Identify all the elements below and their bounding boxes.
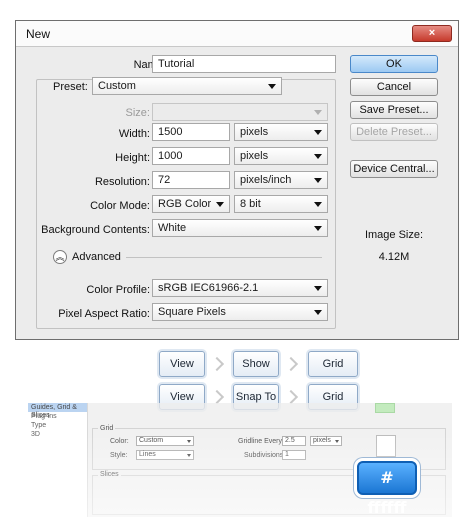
color-swatch [375, 403, 395, 413]
resolution-unit-select[interactable]: pixels/inch [234, 171, 328, 189]
pixel-aspect-ratio-select[interactable]: Square Pixels [152, 303, 328, 321]
chevron-down-icon [314, 310, 322, 315]
image-size-value: 4.12M [378, 251, 410, 263]
pixel-aspect-ratio-value: Square Pixels [158, 306, 226, 318]
chevron-down-icon [314, 130, 322, 135]
chevron-down-icon [314, 202, 322, 207]
chevron-down-icon [314, 178, 322, 183]
size-label: Size: [125, 107, 150, 119]
resolution-label: Resolution: [94, 176, 150, 188]
color-profile-label: Color Profile: [86, 284, 150, 296]
color-profile-select[interactable]: sRGB IEC61966-2.1 [152, 279, 328, 297]
chevron-down-icon [314, 154, 322, 159]
chevron-down-icon [187, 454, 191, 457]
list-item[interactable]: Plug-Ins [28, 412, 87, 421]
chevron-down-icon [187, 440, 191, 443]
chevron-down-icon [314, 226, 322, 231]
chevron-down-icon [314, 110, 322, 115]
width-input[interactable]: 1500 [152, 123, 230, 141]
height-unit-select[interactable]: pixels [234, 147, 328, 165]
subdivisions-label: Subdivisions: [244, 452, 286, 459]
path1-view-button[interactable]: View [159, 351, 205, 377]
list-item[interactable]: Type [28, 421, 87, 430]
list-item[interactable]: Guides, Grid & Slices [28, 403, 87, 419]
gridline-unit-value: pixels [313, 437, 331, 444]
bit-depth-select[interactable]: 8 bit [234, 195, 328, 213]
preset-label: Preset: [50, 81, 91, 93]
size-select [152, 103, 328, 121]
grid-style-label: Style: [110, 452, 128, 459]
color-mode-value: RGB Color [158, 198, 212, 210]
dialog-title: New [26, 27, 51, 41]
subdivisions-input[interactable]: 1 [282, 450, 306, 460]
chevron-down-icon [335, 440, 339, 443]
grid-heading: Grid [98, 425, 116, 432]
bit-depth-value: 8 bit [240, 198, 261, 210]
gridline-every-input[interactable]: 2.5 [282, 436, 306, 446]
background-contents-value: White [158, 222, 187, 234]
grid-style-select[interactable]: Lines [136, 450, 194, 460]
delete-preset-button: Delete Preset... [350, 123, 438, 141]
pixel-aspect-ratio-label: Pixel Aspect Ratio: [58, 308, 150, 320]
color-mode-label: Color Mode: [90, 200, 150, 212]
grid-color-label: Color: [110, 438, 129, 445]
grid-color-value: Custom [139, 437, 164, 444]
chevron-right-icon [283, 389, 299, 405]
height-label: Height: [115, 152, 150, 164]
chevron-down-icon [216, 202, 224, 207]
double-chevron-up-icon[interactable]: ︽ [53, 250, 67, 264]
grid-style-value: Lines [139, 451, 156, 458]
preferences-list: Guides, Grid & Slices Plug-Ins Type 3D [28, 403, 88, 517]
gridline-unit-select[interactable]: pixels [310, 436, 342, 446]
dialog-titlebar: New × [16, 21, 458, 47]
save-preset-button[interactable]: Save Preset... [350, 101, 438, 119]
grid-color-select[interactable]: Custom [136, 436, 194, 446]
advanced-divider [126, 257, 322, 258]
ok-button[interactable]: OK [350, 55, 438, 73]
width-unit-value: pixels [240, 126, 269, 138]
height-input[interactable]: 1000 [152, 147, 230, 165]
color-mode-select[interactable]: RGB Color [152, 195, 230, 213]
resolution-unit-value: pixels/inch [240, 174, 292, 186]
chevron-right-icon [283, 356, 299, 372]
slices-heading: Slices [98, 471, 121, 478]
chevron-right-icon [209, 389, 225, 405]
gridline-every-label: Gridline Every: [238, 438, 284, 445]
image-size-label: Image Size: [364, 229, 424, 241]
cancel-button[interactable]: Cancel [350, 78, 438, 96]
list-item[interactable]: 3D [28, 430, 87, 439]
color-profile-value: sRGB IEC61966-2.1 [158, 282, 259, 294]
background-contents-select[interactable]: White [152, 219, 328, 237]
background-contents-label: Background Contents: [41, 224, 150, 236]
preset-select[interactable]: Custom [92, 77, 282, 95]
path1-grid-button[interactable]: Grid [308, 351, 358, 377]
chevron-down-icon [314, 286, 322, 291]
grid-color-swatch[interactable] [376, 435, 396, 457]
chevron-right-icon [209, 356, 225, 372]
close-button[interactable]: × [412, 25, 452, 42]
resolution-input[interactable]: 72 [152, 171, 230, 189]
hex-color-badge: # ffffff [357, 461, 417, 517]
preset-value: Custom [98, 80, 136, 92]
advanced-label: Advanced [72, 251, 121, 263]
new-document-dialog: New × Name: Tutorial Preset: Custom Size… [15, 20, 459, 340]
width-label: Width: [118, 128, 150, 140]
name-input[interactable]: Tutorial [152, 55, 336, 73]
chevron-down-icon [268, 84, 276, 89]
device-central-button[interactable]: Device Central... [350, 160, 438, 178]
path1-show-button[interactable]: Show [233, 351, 279, 377]
width-unit-select[interactable]: pixels [234, 123, 328, 141]
height-unit-value: pixels [240, 150, 269, 162]
